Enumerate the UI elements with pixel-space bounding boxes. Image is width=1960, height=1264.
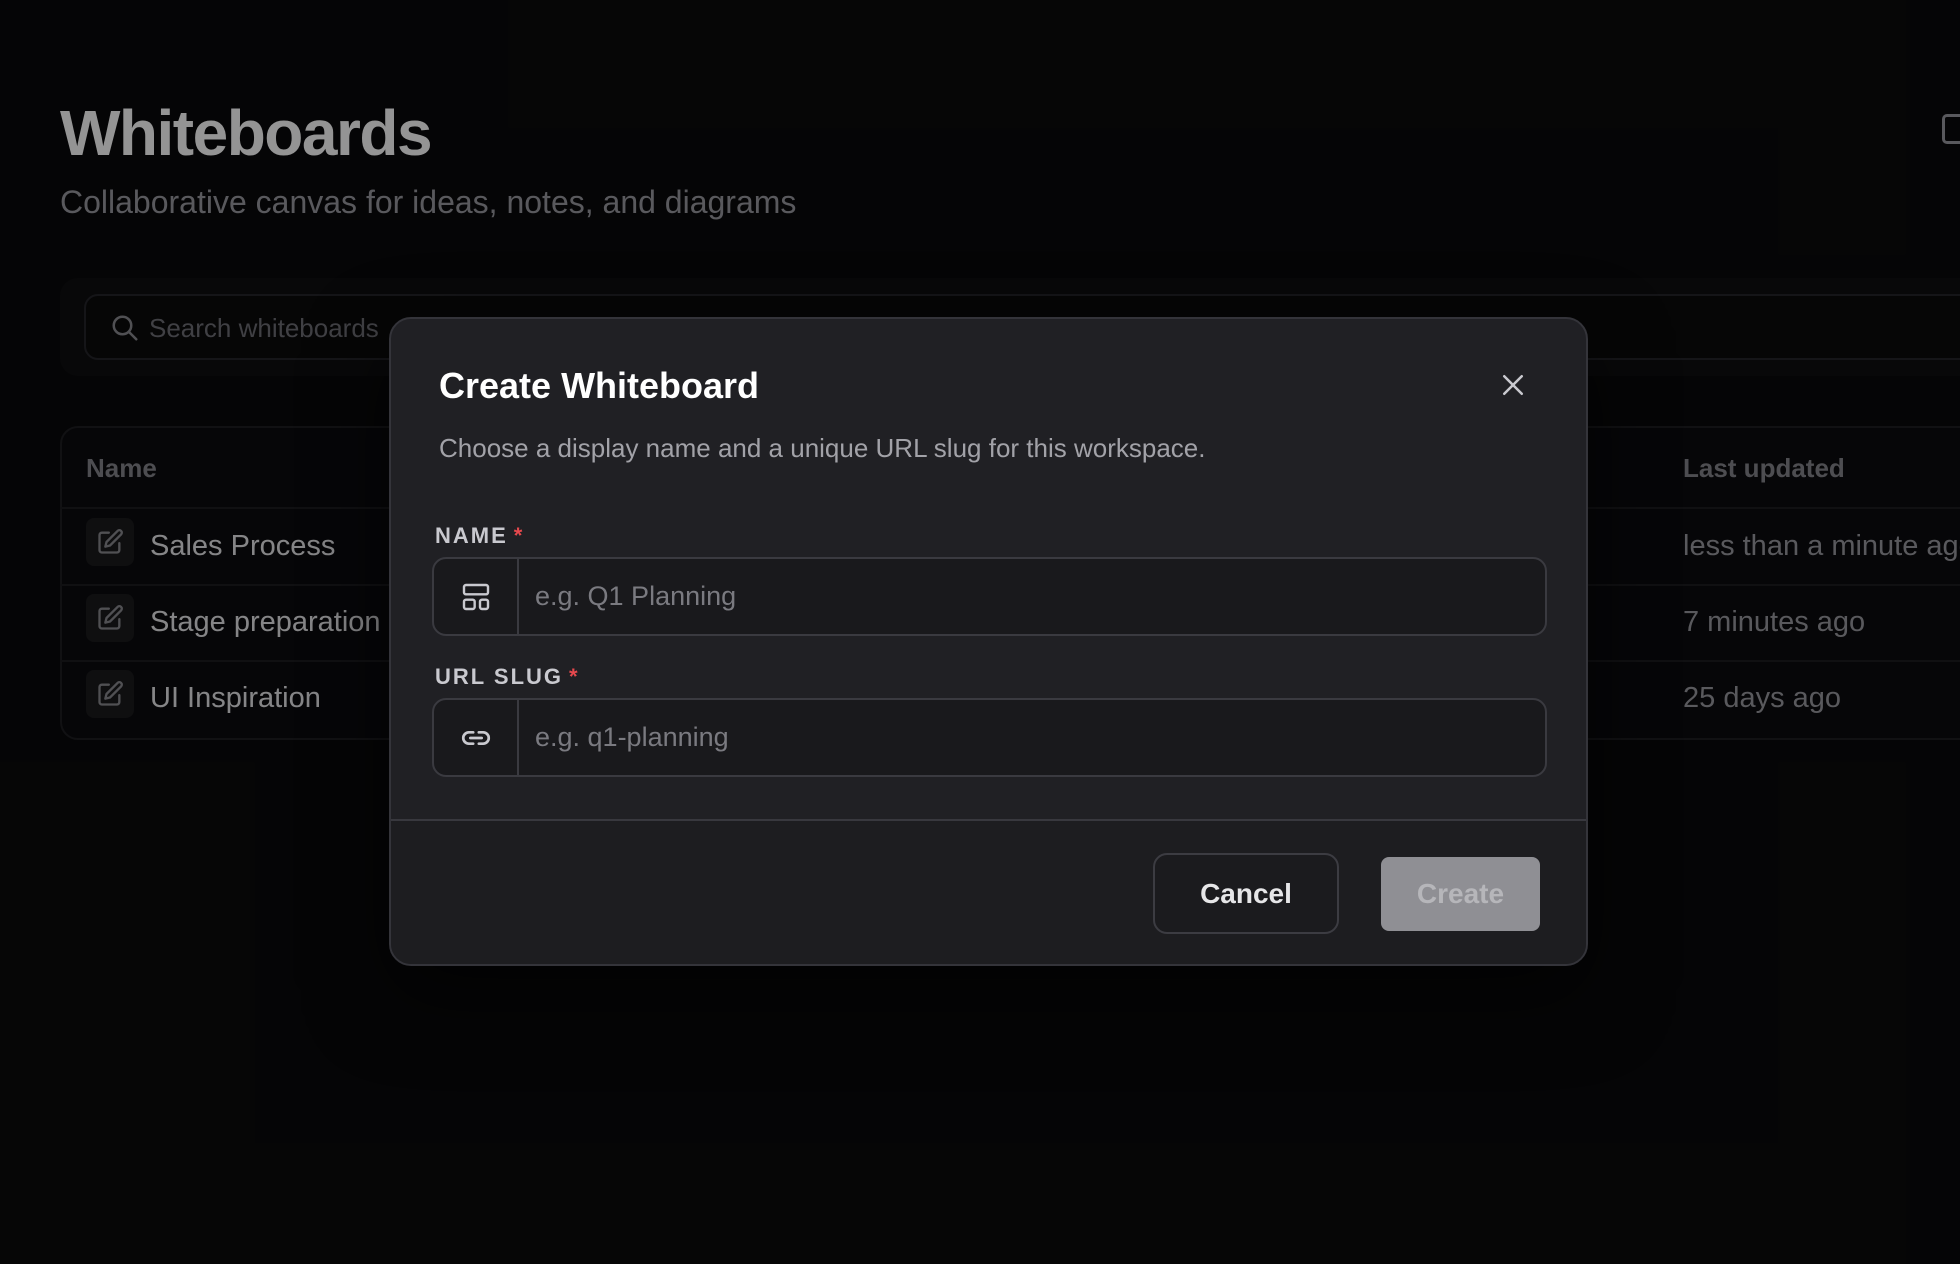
- url-slug-input[interactable]: [519, 700, 1545, 775]
- required-marker: *: [569, 664, 580, 689]
- cancel-button[interactable]: Cancel: [1153, 853, 1339, 934]
- link-icon: [434, 700, 519, 775]
- dialog-footer: Cancel Create: [391, 819, 1586, 964]
- url-slug-field: [432, 698, 1547, 777]
- name-label: NAME *: [435, 523, 524, 549]
- dialog-title: Create Whiteboard: [439, 365, 760, 406]
- create-button[interactable]: Create: [1381, 857, 1540, 931]
- required-marker: *: [513, 523, 525, 548]
- name-field: [432, 557, 1547, 636]
- close-icon: [1503, 375, 1523, 395]
- name-label-text: NAME: [435, 523, 508, 548]
- url-slug-label-text: URL SLUG: [435, 664, 564, 689]
- url-slug-label: URL SLUG *: [435, 664, 580, 690]
- create-whiteboard-dialog: Create Whiteboard Choose a display name …: [389, 317, 1588, 966]
- name-input[interactable]: [519, 559, 1545, 634]
- close-button[interactable]: [1493, 365, 1533, 405]
- dialog-description: Choose a display name and a unique URL s…: [439, 433, 1206, 463]
- layout-icon: [434, 559, 519, 634]
